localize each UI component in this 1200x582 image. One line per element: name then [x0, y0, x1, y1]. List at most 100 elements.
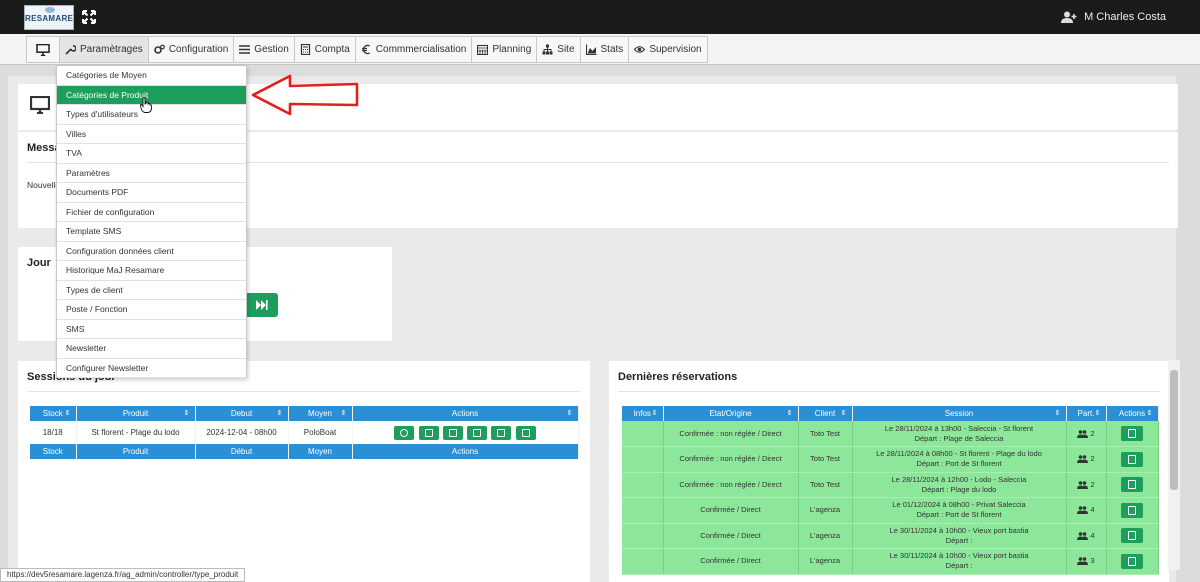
session-cell: Le 01/12/2024 à 08h00 - Privat Saleccia D…: [852, 497, 1067, 524]
actions-cell: [1106, 548, 1159, 575]
scrollbar[interactable]: [1168, 360, 1180, 570]
table-footer-row: Stock Produit Début Moyen Actions: [30, 444, 579, 459]
dropdown-item[interactable]: Configuration données client: [57, 242, 246, 261]
area-chart-icon: [585, 44, 597, 55]
list-icon: [239, 45, 251, 54]
dropdown-item[interactable]: Types de client: [57, 281, 246, 300]
eye-icon: [634, 46, 646, 53]
col-client[interactable]: Client ⇕: [798, 406, 853, 421]
edit-button[interactable]: [1121, 477, 1143, 493]
dropdown-item[interactable]: Newsletter: [57, 339, 246, 359]
table-row: Confirmée : non réglée / Direct Toto Test…: [622, 421, 1159, 447]
top-bar: RESAMARE M Charles Costa: [0, 0, 1200, 34]
part-cell: 2: [1066, 446, 1107, 473]
etat-cell: Confirmée / Direct: [663, 548, 799, 575]
nav-gestion[interactable]: Gestion: [234, 37, 295, 62]
app-logo[interactable]: RESAMARE: [24, 5, 74, 30]
nav-compta[interactable]: Compta: [295, 37, 356, 62]
dropdown-item[interactable]: Configurer Newsletter: [57, 359, 246, 378]
calendar-icon: [477, 44, 489, 55]
dropdown-item[interactable]: Template SMS: [57, 222, 246, 242]
session-cell: Le 28/11/2024 à 08h00 - St florent - Pla…: [852, 446, 1067, 473]
nav-configuration[interactable]: Configuration: [149, 37, 235, 62]
col-etat[interactable]: Etat/Origine ⇕: [663, 406, 799, 421]
actions-cell: [1106, 523, 1159, 549]
user-name: M Charles Costa: [1084, 11, 1166, 23]
dropdown-item[interactable]: TVA: [57, 144, 246, 164]
calendar-plus-button[interactable]: [491, 425, 512, 440]
email-button[interactable]: [515, 425, 536, 440]
edit-button[interactable]: [1121, 553, 1143, 569]
table-row: Confirmée / Direct L'agenza Le 30/11/2024 …: [622, 523, 1159, 549]
dropdown-item[interactable]: Historique MaJ Resamare: [57, 261, 246, 281]
part-cell: 4: [1066, 523, 1107, 549]
users-icon: [1077, 455, 1089, 464]
fast-forward-icon: [256, 300, 268, 310]
dropdown-item[interactable]: Fichier de configuration: [57, 203, 246, 222]
etat-cell: Confirmée / Direct: [663, 497, 799, 524]
session-cell: Le 30/11/2024 à 10h00 - Vieux port basti…: [852, 523, 1067, 549]
row-actions: [352, 421, 579, 444]
nav-stats[interactable]: Stats: [581, 37, 630, 62]
col-stock[interactable]: Stock ⇕: [30, 406, 77, 421]
actions-cell: [1106, 446, 1159, 473]
infos-cell: [622, 472, 664, 498]
nav-planning[interactable]: Planning: [472, 37, 538, 62]
reservations-panel: Dernières réservations Infos ⇕ Etat/Origi…: [609, 361, 1169, 582]
desktop-icon: [30, 96, 50, 114]
col-part[interactable]: Part. ⇕: [1066, 406, 1107, 421]
infos-cell: [622, 497, 664, 524]
col-actions[interactable]: Actions ⇕: [352, 406, 579, 421]
infos-cell: [622, 446, 664, 473]
session-cell: Le 28/11/2024 à 12h00 - Lodo - Saleccia D…: [852, 472, 1067, 498]
sitemap-icon: [542, 44, 553, 55]
nav-supervision[interactable]: Supervision: [629, 37, 706, 62]
col-debut[interactable]: Debut ⇕: [195, 406, 289, 421]
col-actions[interactable]: Actions ⇕: [1106, 406, 1159, 421]
col-produit[interactable]: Produit ⇕: [76, 406, 196, 421]
users-icon: [1077, 557, 1089, 566]
client-cell: Toto Test: [798, 472, 853, 498]
edit-button[interactable]: [1121, 451, 1143, 467]
edit-button[interactable]: [442, 425, 463, 440]
add-button[interactable]: [394, 425, 415, 440]
sort-button[interactable]: [467, 425, 488, 440]
table-row: Confirmée / Direct L'agenza Le 30/11/2024 …: [622, 548, 1159, 575]
users-icon: [1077, 506, 1089, 515]
main-nav: Paramètrages Configuration Gestion Compt…: [0, 34, 1200, 65]
euro-icon: [361, 44, 370, 55]
dropdown-item[interactable]: Catégories de Moyen: [57, 66, 246, 86]
sessions-panel: Sessions du jour Stock⇕ Produit⇕ Debut⇕ …: [18, 361, 590, 582]
etat-cell: Confirmée : non réglée / Direct: [663, 472, 799, 498]
reservations-title: Dernières réservations: [618, 371, 738, 383]
nav-site[interactable]: Site: [537, 37, 581, 62]
col-infos[interactable]: Infos ⇕: [622, 406, 664, 421]
scrollbar-thumb[interactable]: [1170, 370, 1178, 490]
expand-icon[interactable]: [82, 10, 96, 24]
table-row: Confirmée : non réglée / Direct Toto Test…: [622, 446, 1159, 473]
reservations-table: Infos ⇕ Etat/Origine ⇕ Client ⇕ Session ⇕ Pa…: [622, 406, 1159, 575]
dropdown-item[interactable]: Paramètres: [57, 164, 246, 183]
dropdown-item[interactable]: Poste / Fonction: [57, 300, 246, 320]
fast-forward-button[interactable]: [245, 293, 278, 317]
user-menu[interactable]: M Charles Costa: [1061, 11, 1166, 23]
client-cell: L'agenza: [798, 497, 853, 524]
table-row: Confirmée : non réglée / Direct Toto Test…: [622, 472, 1159, 498]
edit-button[interactable]: [1121, 528, 1143, 544]
nav-commercialisation[interactable]: Commmercialisation: [356, 37, 473, 62]
infos-cell: [622, 421, 664, 447]
edit-button[interactable]: [1121, 502, 1143, 518]
client-cell: L'agenza: [798, 523, 853, 549]
dropdown-item[interactable]: SMS: [57, 320, 246, 339]
actions-cell: [1106, 421, 1159, 447]
nav-dashboard[interactable]: [27, 37, 60, 62]
red-arrow-annotation: [251, 74, 359, 116]
col-session[interactable]: Session ⇕: [852, 406, 1067, 421]
col-moyen[interactable]: Moyen ⇕: [288, 406, 353, 421]
calendar-x-button[interactable]: [418, 425, 439, 440]
cogs-icon: [154, 44, 165, 54]
edit-button[interactable]: [1121, 426, 1143, 441]
nav-parametrages[interactable]: Paramètrages: [60, 37, 149, 62]
dropdown-item[interactable]: Villes: [57, 125, 246, 144]
dropdown-item[interactable]: Documents PDF: [57, 183, 246, 203]
